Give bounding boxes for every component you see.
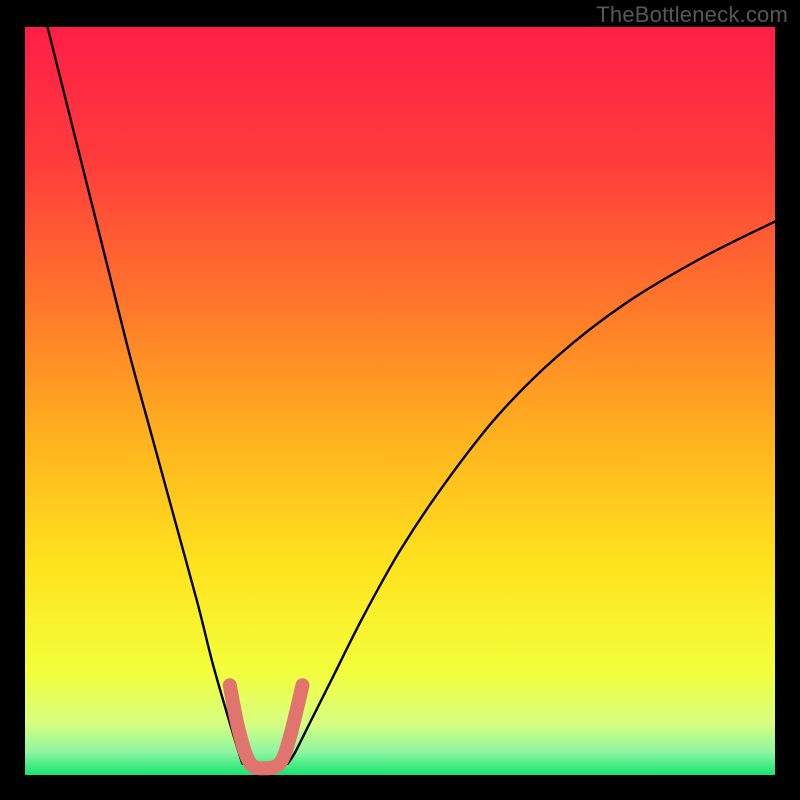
optimum-marker-dot xyxy=(244,757,256,769)
optimum-marker-dot xyxy=(284,732,296,744)
optimum-marker-dot xyxy=(274,757,286,769)
bottleneck-chart xyxy=(0,0,800,800)
optimum-marker-dot xyxy=(233,724,245,736)
chart-container: TheBottleneck.com xyxy=(0,0,800,800)
optimum-marker-dot xyxy=(259,762,271,774)
gradient-background xyxy=(25,27,775,775)
optimum-marker-dot xyxy=(297,679,309,691)
optimum-marker-dot xyxy=(224,679,236,691)
